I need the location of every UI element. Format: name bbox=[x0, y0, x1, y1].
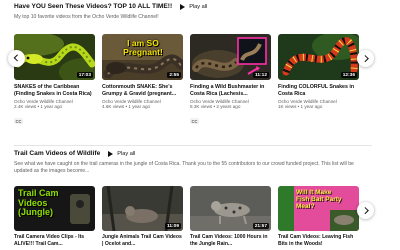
play-all-button[interactable]: Play all bbox=[180, 3, 208, 10]
shelf-scroll-right-button[interactable] bbox=[357, 50, 374, 67]
video-duration: 11:09 bbox=[164, 223, 181, 229]
section-title[interactable]: Have YOU Seen These Videos? TOP 10 ALL T… bbox=[14, 3, 172, 10]
section-header: Have YOU Seen These Videos? TOP 10 ALL T… bbox=[14, 3, 207, 10]
video-card[interactable]: 17:03 SNAKES of the Caribbean (Finding S… bbox=[14, 34, 95, 128]
video-thumbnail[interactable]: 11:12 bbox=[190, 34, 271, 80]
section-description: See what we have caught on the trail cam… bbox=[14, 161, 354, 174]
thumbnail-overlay-text: I am SO Pregnant! bbox=[123, 38, 163, 57]
playlist-section-top10: Have YOU Seen These Videos? TOP 10 ALL T… bbox=[0, 0, 400, 148]
video-thumbnail[interactable]: Will It Make Fish Bait Party Meal? bbox=[278, 186, 359, 231]
video-card[interactable]: 21:57 Trail Cam Videos: 1000 Hours in th… bbox=[190, 186, 271, 247]
playlist-section-trail-cam: Trail Cam Videos of Wildlife Play all Se… bbox=[0, 146, 400, 250]
chevron-right-icon bbox=[361, 207, 368, 214]
video-title[interactable]: SNAKES of the Caribbean (Finding Snakes … bbox=[14, 84, 95, 97]
video-shelf: 17:03 SNAKES of the Caribbean (Finding S… bbox=[14, 34, 359, 128]
video-duration: 21:57 bbox=[252, 223, 269, 229]
video-card[interactable]: Trail Cam Videos (Jungle) Trail Camera V… bbox=[14, 186, 95, 247]
video-title[interactable]: Trail Camera Video Clips - Its ALIVE!!! … bbox=[14, 234, 95, 247]
video-title[interactable]: Jungle Animals Trail Cam Videos | Ocelot… bbox=[102, 234, 183, 247]
video-thumbnail[interactable]: 21:57 bbox=[190, 186, 271, 231]
chevron-left-icon bbox=[14, 55, 21, 62]
video-title[interactable]: Trail Cam Videos: Leaving Fish Bits in t… bbox=[278, 234, 359, 247]
cc-badge: CC bbox=[14, 118, 24, 124]
video-title[interactable]: Trail Cam Videos: 1000 Hours in the Jung… bbox=[190, 234, 271, 247]
video-duration: 11:12 bbox=[252, 72, 269, 78]
video-shelf: Trail Cam Videos (Jungle) Trail Camera V… bbox=[14, 186, 359, 247]
thumbnail-overlay-text: Will It Make Fish Bait Party Meal? bbox=[296, 189, 342, 210]
play-icon bbox=[108, 150, 114, 157]
video-title[interactable]: Finding COLORFUL Snakes in Costa Rica bbox=[278, 84, 359, 97]
video-duration: 17:03 bbox=[76, 72, 93, 78]
video-card[interactable]: Will It Make Fish Bait Party Meal? Trail… bbox=[278, 186, 359, 247]
video-card[interactable]: 11:12 Finding a Wild Bushmaster in Costa… bbox=[190, 34, 271, 128]
play-all-label: Play all bbox=[117, 150, 136, 157]
video-title[interactable]: Finding a Wild Bushmaster in Costa Rica … bbox=[190, 84, 271, 97]
video-thumbnail[interactable]: 12:36 bbox=[278, 34, 359, 80]
video-card[interactable]: I am SO Pregnant! 2:55 Cottonmouth SNAKE… bbox=[102, 34, 183, 128]
video-card[interactable]: 11:09 Jungle Animals Trail Cam Videos | … bbox=[102, 186, 183, 247]
video-duration: 2:55 bbox=[167, 72, 181, 78]
play-icon bbox=[180, 3, 186, 10]
shelf-scroll-left-button[interactable] bbox=[8, 50, 25, 67]
chevron-right-icon bbox=[361, 55, 368, 62]
video-thumbnail[interactable]: 11:09 bbox=[102, 186, 183, 231]
video-meta: 1K views • 1 year ago bbox=[278, 104, 323, 109]
section-header: Trail Cam Videos of Wildlife Play all bbox=[14, 150, 135, 157]
play-all-button[interactable]: Play all bbox=[108, 150, 136, 157]
video-card[interactable]: 12:36 Finding COLORFUL Snakes in Costa R… bbox=[278, 34, 359, 128]
section-description: My top 10 favorite videos from the Ocho … bbox=[14, 14, 159, 20]
play-all-label: Play all bbox=[189, 3, 208, 10]
cc-badge: CC bbox=[190, 118, 200, 124]
video-title[interactable]: Cottonmouth SNAKE: She's Grumpy & Gravid… bbox=[102, 84, 183, 97]
shelf-scroll-right-button[interactable] bbox=[357, 202, 374, 219]
video-thumbnail[interactable]: Trail Cam Videos (Jungle) bbox=[14, 186, 95, 231]
section-title[interactable]: Trail Cam Videos of Wildlife bbox=[14, 150, 100, 157]
thumbnail-overlay-text: Trail Cam Videos (Jungle) bbox=[18, 188, 59, 217]
video-thumbnail[interactable]: 17:03 bbox=[14, 34, 95, 80]
video-meta: 4.6K views • 1 year ago bbox=[102, 104, 151, 109]
video-thumbnail[interactable]: I am SO Pregnant! 2:55 bbox=[102, 34, 183, 80]
video-meta: 2.4K views • 1 year ago bbox=[14, 104, 63, 109]
video-duration: 12:36 bbox=[340, 72, 357, 78]
video-meta: 8.3K views • 2 years ago bbox=[190, 104, 241, 109]
